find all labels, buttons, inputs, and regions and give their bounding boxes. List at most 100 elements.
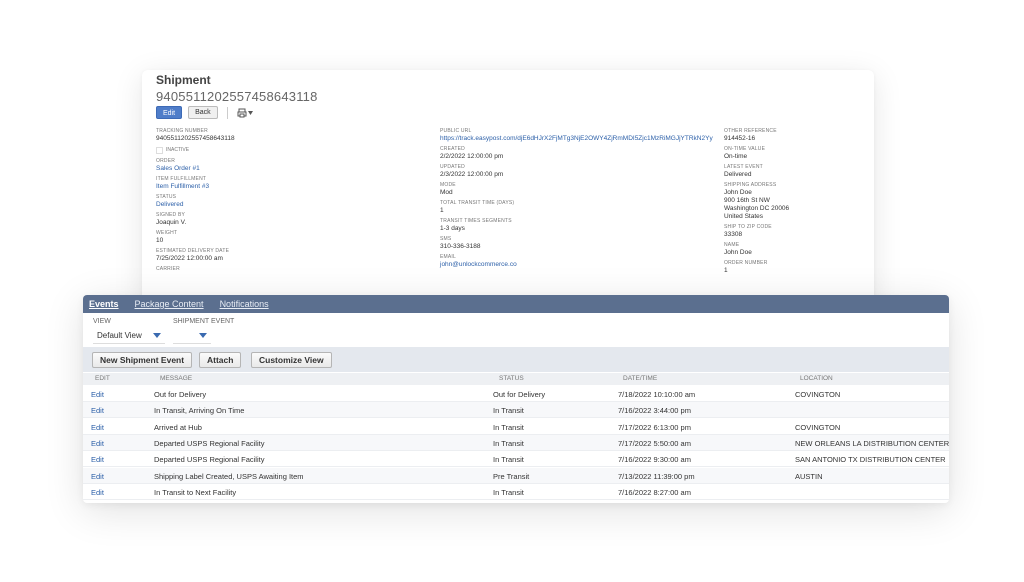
view-select[interactable]: Default View	[93, 328, 165, 344]
field-label: UPDATED	[440, 164, 465, 170]
location-cell: COVINGTON	[795, 422, 841, 432]
datetime-cell: 7/16/2022 9:30:00 am	[618, 455, 691, 465]
edit-link[interactable]: Edit	[91, 455, 104, 464]
datetime-cell: 7/13/2022 11:39:00 pm	[618, 471, 695, 481]
shipment-event-select[interactable]	[173, 328, 211, 344]
message-cell: Departed USPS Regional Facility	[154, 438, 265, 448]
field-label: CARRIER	[156, 266, 180, 272]
address-line: John Doe	[724, 189, 752, 196]
status-cell: In Transit	[493, 438, 524, 448]
email-link[interactable]: john@unlockcommerce.co	[440, 261, 713, 269]
location-cell: COVINGTON	[795, 390, 841, 399]
edit-link[interactable]: Edit	[91, 423, 104, 432]
inactive-checkbox[interactable]	[156, 146, 163, 154]
chevron-down-icon	[153, 333, 161, 338]
sublist-tab-bar: Events Package Content Notifications	[83, 295, 949, 313]
message-cell: Out for Delivery	[154, 390, 207, 399]
actions-menu-button[interactable]	[237, 108, 253, 118]
shipment-event-label: SHIPMENT EVENT	[173, 318, 235, 325]
status-cell: In Transit	[493, 455, 524, 465]
status-cell: In Transit	[493, 406, 524, 416]
on-time-value: On-time	[724, 153, 748, 160]
address-line: United States	[724, 213, 764, 220]
name-value: John Doe	[724, 249, 752, 256]
public-url-link[interactable]: https://track.easypost.com/djE6dHJrX2FjM…	[440, 135, 713, 143]
table-row: Edit In Transit, Arriving On Time In Trans…	[83, 402, 949, 419]
field-label: EMAIL	[440, 254, 457, 260]
status-cell: In Transit	[493, 487, 524, 497]
item-fulfillment-link[interactable]: Item Fulfillment #3	[156, 183, 235, 191]
table-row: Edit Departed USPS Regional Facility In Tr…	[83, 434, 949, 451]
column-header-message: MESSAGE	[160, 375, 193, 382]
field-column-3: OTHER REFERENCE 914452-16 ON-TIME VALUE …	[724, 128, 789, 278]
order-number-value: 1	[724, 267, 728, 274]
tab-events[interactable]: Events	[89, 299, 119, 309]
location-cell: AUSTIN	[795, 471, 823, 481]
tab-package-content[interactable]: Package Content	[135, 299, 204, 309]
field-column-2: PUBLIC URL https://track.easypost.com/dj…	[440, 128, 713, 272]
field-label: TRANSIT TIMES SEGMENTS	[440, 218, 512, 224]
status-cell: In Transit	[493, 422, 524, 432]
field-label: SHIP TO ZIP CODE	[724, 224, 772, 230]
tracking-number-value: 9405511202557458643118	[156, 135, 235, 142]
field-label: STATUS	[156, 194, 177, 200]
field-label: LATEST EVENT	[724, 164, 763, 170]
attach-button[interactable]: Attach	[199, 352, 242, 368]
datetime-cell: 7/16/2022 8:27:00 am	[618, 487, 691, 497]
table-row: Edit Out for Delivery Out for Delivery 7/18…	[83, 386, 949, 402]
location-cell: SAN ANTONIO TX DISTRIBUTION CENTER	[795, 455, 946, 465]
back-button[interactable]: Back	[188, 106, 218, 119]
status-cell: Out for Delivery	[493, 390, 546, 399]
edit-button[interactable]: Edit	[156, 106, 183, 119]
shipment-record-card: Shipment 9405511202557458643118 Edit Bac…	[142, 70, 874, 310]
transit-segments-value: 1-3 days	[440, 225, 465, 232]
message-cell: Shipping Label Created, USPS Awaiting It…	[154, 471, 304, 481]
edit-link[interactable]: Edit	[91, 472, 104, 481]
record-button-row: Edit Back	[156, 106, 253, 119]
sms-value: 310-336-3188	[440, 243, 481, 250]
edit-link[interactable]: Edit	[91, 488, 104, 497]
weight-value: 10	[156, 237, 164, 244]
view-filter: VIEW Default View	[93, 317, 165, 344]
view-select-value: Default View	[97, 331, 142, 340]
address-line: Washington DC 20006	[724, 205, 790, 212]
message-cell: Departed USPS Regional Facility	[154, 455, 265, 465]
signed-by-value: Joaquin V.	[156, 219, 187, 226]
edit-link[interactable]: Edit	[91, 439, 104, 448]
field-label: ITEM FULFILLMENT	[156, 176, 207, 182]
datetime-cell: 7/18/2022 10:10:00 am	[618, 390, 696, 399]
column-header-location: LOCATION	[800, 375, 833, 382]
inactive-field: INACTIVE	[156, 146, 235, 154]
table-row: Edit Arrived at Hub In Transit 7/17/2022 6:…	[83, 419, 949, 435]
created-value: 2/2/2022 12:00:00 pm	[440, 153, 504, 160]
order-link[interactable]: Sales Order #1	[156, 165, 235, 173]
edit-link[interactable]: Edit	[91, 406, 104, 415]
field-label: MODE	[440, 182, 456, 188]
status-cell: Pre Transit	[493, 471, 530, 481]
location-cell: NEW ORLEANS LA DISTRIBUTION CENTER	[795, 438, 949, 448]
datetime-cell: 7/17/2022 6:13:00 pm	[618, 422, 691, 432]
message-cell: In Transit to Next Facility	[154, 487, 237, 497]
shipment-event-filter: SHIPMENT EVENT	[173, 317, 234, 344]
address-line: 900 16th St NW	[724, 197, 770, 204]
updated-value: 2/3/2022 12:00:00 pm	[440, 171, 504, 178]
field-label: SMS	[440, 236, 452, 242]
estimated-delivery-value: 7/25/2022 12:00:00 am	[156, 255, 223, 262]
tab-notifications[interactable]: Notifications	[220, 299, 269, 309]
datetime-cell: 7/16/2022 3:44:00 pm	[618, 406, 691, 416]
divider	[226, 106, 228, 119]
new-shipment-event-button[interactable]: New Shipment Event	[92, 352, 193, 368]
message-cell: Arrived at Hub	[154, 422, 202, 432]
field-column-1: TRACKING NUMBER 9405511202557458643118 I…	[156, 128, 235, 276]
customize-view-button[interactable]: Customize View	[251, 352, 332, 368]
field-label: TRACKING NUMBER	[156, 128, 208, 134]
table-row: Edit Shipping Label Created, USPS Awaitin…	[83, 467, 949, 484]
edit-link[interactable]: Edit	[91, 390, 104, 399]
field-label: NAME	[724, 242, 740, 248]
chevron-down-icon	[199, 333, 207, 338]
table-row: Edit Departed USPS Regional Facility In Tr…	[83, 451, 949, 468]
status-link[interactable]: Delivered	[156, 201, 235, 209]
datetime-cell: 7/17/2022 5:50:00 am	[618, 438, 691, 448]
view-label: VIEW	[93, 318, 111, 325]
events-sublist-card: Events Package Content Notifications VIE…	[83, 295, 949, 503]
